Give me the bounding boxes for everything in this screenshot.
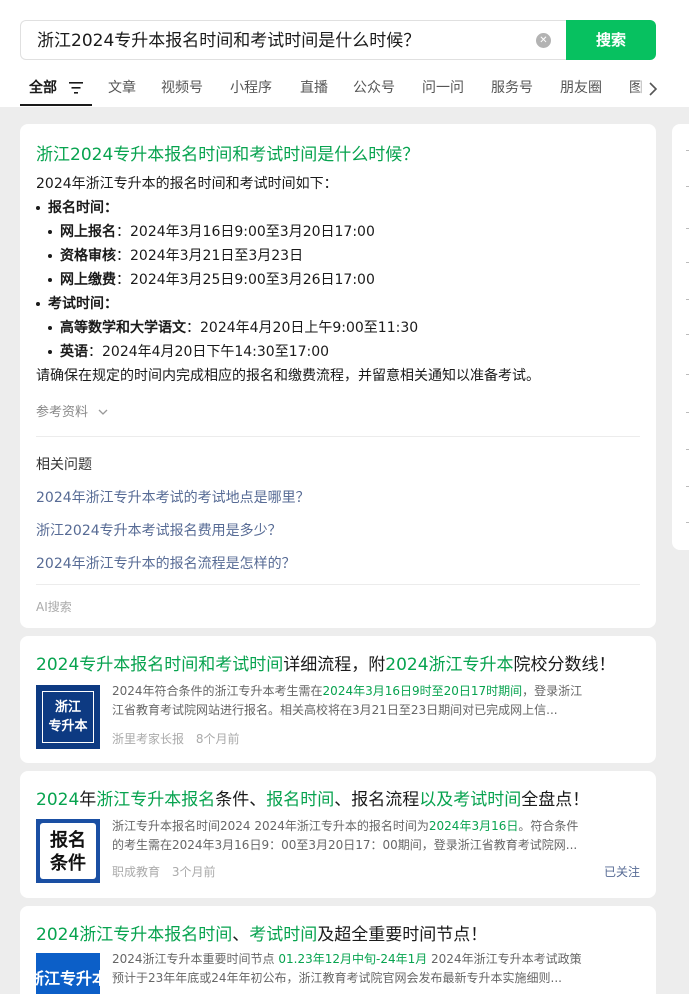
list-item: 网上缴费：2024年3月25日9:00至3月26日17:00 <box>60 272 375 288</box>
ai-answer-title[interactable]: 浙江2024专升本报名时间和考试时间是什么时候？ <box>36 140 419 165</box>
result-snippet: 预计于23年年底或24年年初公布，浙江教育考试院官网会发布最新专升本实施细则..… <box>112 971 562 985</box>
result-card[interactable]: 2024浙江专升本报名时间、考试时间及超全重要时间节点！ 浙江专升本 2024浙… <box>20 906 656 994</box>
chevron-right-icon[interactable] <box>640 70 689 107</box>
side-panel <box>672 124 689 550</box>
tab-moments[interactable]: 朋友圈 <box>560 70 602 107</box>
tab-official-accounts[interactable]: 公众号 <box>353 70 395 107</box>
result-snippet: 2024浙江专升本重要时间节点 01.23年12月中旬-24年1月 2024年浙… <box>112 952 582 966</box>
chevron-down-icon <box>98 409 108 415</box>
tab-live[interactable]: 直播 <box>300 70 328 107</box>
result-snippet: 江省教育考试院网站进行报名。相关高校将在3月21日至23日期间对已完成网上信..… <box>112 703 558 717</box>
list-item: 资格审核：2024年3月21日至3月23日 <box>60 248 304 264</box>
ai-search-label: AI搜索 <box>36 600 72 614</box>
filter-icon[interactable] <box>68 81 84 95</box>
clear-icon[interactable]: ✕ <box>536 33 551 48</box>
tab-ask[interactable]: 问一问 <box>422 70 464 107</box>
result-source[interactable]: 浙里考家长报 <box>112 732 184 746</box>
result-card[interactable]: 2024年浙江专升本报名条件、报名时间、报名流程以及考试时间全盘点！ 报名 条件… <box>20 771 656 898</box>
related-question[interactable]: 2024年浙江专升本的报名流程是怎样的？ <box>36 553 296 573</box>
result-thumbnail[interactable]: 浙江专升本 <box>36 953 100 994</box>
result-card[interactable]: 2024专升本报名时间和考试时间详细流程，附2024浙江专升本院校分数线！ 浙江… <box>20 636 656 763</box>
bullet <box>36 302 40 306</box>
bullet <box>48 254 52 258</box>
section-heading: 报名时间： <box>48 200 118 216</box>
result-title[interactable]: 2024年浙江专升本报名条件、报名时间、报名流程以及考试时间全盘点！ <box>36 785 589 810</box>
bullet <box>48 350 52 354</box>
tab-service-accounts[interactable]: 服务号 <box>491 70 533 107</box>
result-source[interactable]: 职成教育 <box>112 865 160 879</box>
tab-articles[interactable]: 文章 <box>108 70 136 107</box>
result-time: 3个月前 <box>171 865 216 879</box>
related-question[interactable]: 2024年浙江专升本考试的考试地点是哪里？ <box>36 487 310 507</box>
result-snippet: 的考生需在2024年3月16日9：00至3月20日17：00期间，登录浙江省教育… <box>112 838 578 852</box>
tab-all[interactable]: 全部 <box>29 70 57 107</box>
bullet <box>48 230 52 234</box>
ai-answer-card: 浙江2024专升本报名时间和考试时间是什么时候？ 2024年浙江专升本的报名时间… <box>20 124 656 628</box>
section-heading: 考试时间： <box>48 296 118 312</box>
search-query-text[interactable]: 浙江2024专升本报名时间和考试时间是什么时候？ <box>37 21 420 61</box>
divider <box>36 436 640 437</box>
search-header: 浙江2024专升本报名时间和考试时间是什么时候？ ✕ 搜索 全部 文章 视频号 … <box>0 0 689 107</box>
search-input[interactable]: 浙江2024专升本报名时间和考试时间是什么时候？ ✕ <box>20 20 566 60</box>
search-button[interactable]: 搜索 <box>566 20 656 60</box>
ai-intro: 2024年浙江专升本的报名时间和考试时间如下： <box>36 176 338 192</box>
tab-channels[interactable]: 视频号 <box>161 70 203 107</box>
result-thumbnail[interactable]: 浙江 专升本 <box>36 685 100 749</box>
bullet <box>48 326 52 330</box>
result-meta: 职成教育 3个月前 <box>112 863 215 880</box>
list-item: 网上报名：2024年3月16日9:00至3月20日17:00 <box>60 224 375 240</box>
bullet <box>48 278 52 282</box>
tab-bar: 全部 文章 视频号 小程序 直播 公众号 问一问 服务号 朋友圈 图 <box>0 70 689 107</box>
list-item: 英语：2024年4月20日下午14:30至17:00 <box>60 344 330 360</box>
bullet <box>36 206 40 210</box>
result-snippet: 2024年符合条件的浙江专升本考生需在2024年3月16日9时至20日17时期间… <box>112 684 583 698</box>
result-snippet: 浙江专升本报名时间2024 2024年浙江专升本的报名时间为2024年3月16日… <box>112 819 579 833</box>
tab-mini-programs[interactable]: 小程序 <box>230 70 272 107</box>
followed-badge[interactable]: 已关注 <box>604 863 640 880</box>
active-tab-indicator <box>20 104 92 106</box>
divider <box>36 584 640 585</box>
result-time: 8个月前 <box>195 732 240 746</box>
result-title[interactable]: 2024浙江专升本报名时间、考试时间及超全重要时间节点！ <box>36 920 487 945</box>
reference-toggle[interactable]: 参考资料 <box>36 401 108 420</box>
result-thumbnail[interactable]: 报名 条件 <box>36 819 100 883</box>
ai-outro: 请确保在规定的时间内完成相应的报名和缴费流程，并留意相关通知以准备考试。 <box>36 368 540 384</box>
result-meta: 浙里考家长报 8个月前 <box>112 730 239 747</box>
related-heading: 相关问题 <box>36 457 92 473</box>
list-item: 高等数学和大学语文：2024年4月20日上午9:00至11:30 <box>60 320 419 336</box>
related-question[interactable]: 浙江2024专升本考试报名费用是多少？ <box>36 520 282 540</box>
result-title[interactable]: 2024专升本报名时间和考试时间详细流程，附2024浙江专升本院校分数线！ <box>36 650 616 675</box>
